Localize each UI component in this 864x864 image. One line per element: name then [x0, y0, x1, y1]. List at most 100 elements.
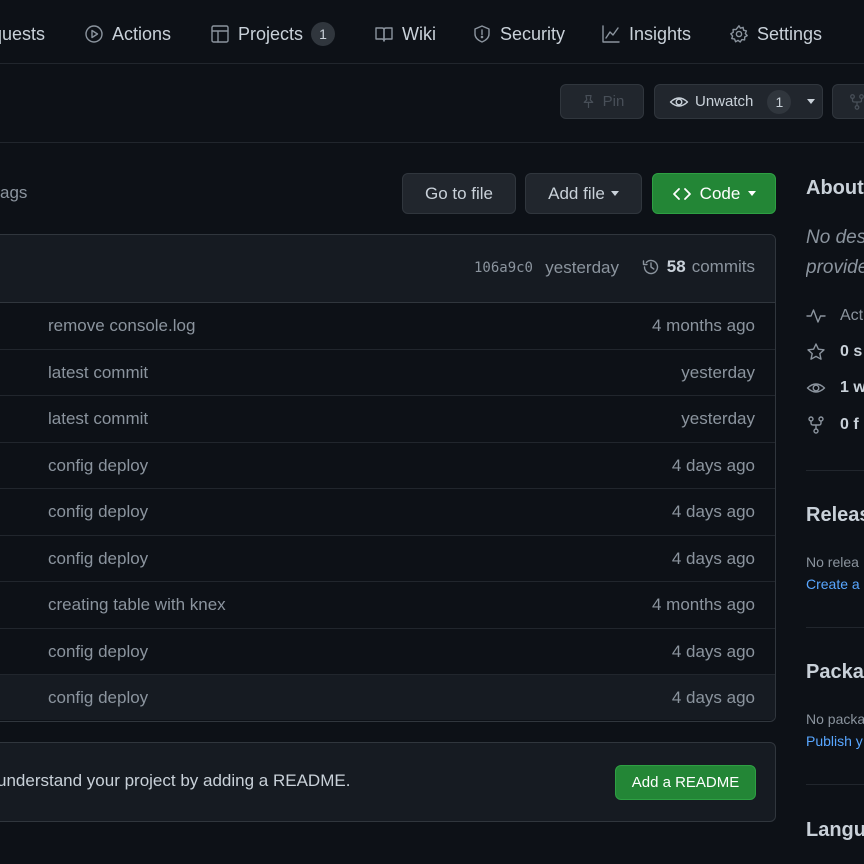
code-icon — [672, 187, 691, 200]
table-row[interactable]: creating table with knex 4 months ago — [0, 581, 775, 627]
pin-label: Pin — [602, 93, 625, 110]
chevron-down-icon — [610, 191, 619, 196]
packages-note: No packa — [806, 711, 864, 727]
languages-heading: Langu — [806, 819, 864, 841]
chevron-down-icon — [748, 191, 757, 196]
watch-count-badge: 1 — [767, 89, 792, 114]
commit-age: 4 days ago — [671, 548, 755, 568]
latest-commit-bar: 106a9c0 yesterday 58 commits — [0, 235, 775, 303]
star-icon — [807, 343, 825, 360]
tab-pull-requests[interactable]: quests — [0, 20, 45, 48]
commit-message[interactable]: creating table with knex — [48, 595, 226, 615]
play-icon — [85, 25, 103, 43]
table-row[interactable]: remove console.log 4 months ago — [0, 303, 775, 349]
tab-security[interactable]: Security — [472, 20, 565, 48]
code-button[interactable]: Code — [652, 173, 776, 214]
commit-age: 4 months ago — [651, 594, 755, 614]
about-description: No des provide — [806, 223, 864, 283]
table-row[interactable]: config deploy 4 days ago — [0, 442, 775, 488]
tab-security-label: Security — [500, 23, 566, 44]
projects-count-badge: 1 — [311, 22, 336, 46]
repo-nav: quests Actions Projects 1 Wiki Security … — [0, 0, 864, 64]
readme-prompt-text: understand your project by adding a READ… — [0, 771, 351, 790]
graph-icon — [602, 25, 620, 43]
code-label: Code — [699, 183, 741, 203]
add-file-button[interactable]: Add file — [525, 173, 642, 214]
watchers-link[interactable]: 1 w — [806, 378, 864, 398]
gear-icon — [730, 25, 748, 43]
commit-age: yesterday — [681, 408, 755, 428]
commit-message[interactable]: config deploy — [48, 549, 148, 569]
table-row[interactable]: config deploy 4 days ago — [0, 628, 775, 674]
stars-label: 0 s — [840, 343, 863, 360]
readme-prompt: understand your project by adding a READ… — [0, 742, 776, 822]
stars-link[interactable]: 0 s — [806, 342, 862, 362]
activity-label: Act — [840, 307, 864, 324]
tab-settings[interactable]: Settings — [729, 20, 822, 48]
fork-icon — [808, 416, 824, 434]
file-list: 106a9c0 yesterday 58 commits remove cons… — [0, 234, 776, 722]
tab-actions-label: Actions — [112, 23, 172, 44]
activity-link[interactable]: Act — [806, 306, 863, 326]
commit-message[interactable]: latest commit — [48, 409, 148, 429]
pulse-icon — [806, 309, 826, 323]
commit-age: 4 days ago — [671, 455, 755, 475]
commit-time: yesterday — [545, 258, 619, 277]
table-row[interactable]: config deploy 4 days ago — [0, 535, 775, 581]
shield-icon — [474, 25, 490, 43]
commit-age: 4 days ago — [671, 501, 755, 521]
tab-pull-requests-label: quests — [0, 23, 46, 44]
pin-button[interactable]: Pin — [560, 84, 644, 119]
add-file-label: Add file — [548, 183, 605, 203]
eye-icon — [806, 383, 826, 393]
table-row[interactable]: latest commit yesterday — [0, 395, 775, 441]
unwatch-button[interactable]: Unwatch 1 — [654, 84, 823, 119]
forks-link[interactable]: 0 f — [806, 415, 859, 435]
commit-message[interactable]: remove console.log — [48, 316, 195, 336]
tab-projects[interactable]: Projects 1 — [210, 20, 336, 48]
fork-icon — [850, 93, 864, 110]
commit-message[interactable]: config deploy — [48, 502, 148, 522]
publish-package-link[interactable]: Publish y — [806, 733, 863, 749]
chevron-down-icon — [807, 99, 816, 104]
tab-insights-label: Insights — [629, 23, 692, 44]
book-icon — [375, 27, 393, 42]
fork-button[interactable] — [832, 84, 864, 119]
table-row[interactable]: latest commit yesterday — [0, 349, 775, 395]
commit-message[interactable]: config deploy — [48, 456, 148, 476]
commit-sha[interactable]: 106a9c0 — [474, 260, 533, 276]
table-row[interactable]: config deploy 4 days ago — [0, 488, 775, 534]
divider — [806, 784, 864, 785]
about-description-line: No des — [806, 227, 864, 248]
commit-age: yesterday — [681, 362, 755, 382]
tab-insights[interactable]: Insights — [601, 20, 691, 48]
unwatch-label: Unwatch — [695, 93, 754, 110]
repo-sidebar: About No des provide Act 0 s 1 w 0 f Rel… — [806, 143, 864, 864]
commit-count: 58 — [666, 257, 686, 276]
divider — [806, 627, 864, 628]
commit-age: 4 months ago — [651, 316, 755, 335]
go-to-file-label: Go to file — [424, 183, 494, 203]
commit-message[interactable]: config deploy — [48, 688, 148, 708]
commits-label: commits — [691, 257, 755, 276]
add-readme-label: Add a README — [631, 774, 740, 791]
tab-wiki-label: Wiki — [402, 23, 436, 44]
tab-actions[interactable]: Actions — [84, 20, 171, 48]
tags-link-label[interactable]: ags — [0, 183, 27, 203]
pin-icon — [583, 94, 594, 109]
packages-heading[interactable]: Packa — [806, 661, 864, 684]
commits-link[interactable]: 58 commits — [641, 257, 755, 277]
releases-heading[interactable]: Releas — [806, 504, 864, 527]
about-heading: About — [806, 177, 864, 199]
commit-message[interactable]: latest commit — [48, 363, 148, 383]
table-row[interactable]: config deploy 4 days ago — [0, 674, 775, 720]
go-to-file-button[interactable]: Go to file — [402, 173, 516, 214]
tab-wiki[interactable]: Wiki — [374, 20, 436, 48]
commit-message[interactable]: config deploy — [48, 642, 148, 662]
add-readme-button[interactable]: Add a README — [615, 765, 756, 800]
tab-projects-label: Projects — [238, 23, 304, 44]
create-release-link[interactable]: Create a — [806, 576, 860, 592]
repo-action-bar: Pin Unwatch 1 — [0, 64, 864, 143]
about-description-line: provide — [806, 257, 864, 278]
table-icon — [211, 25, 229, 43]
